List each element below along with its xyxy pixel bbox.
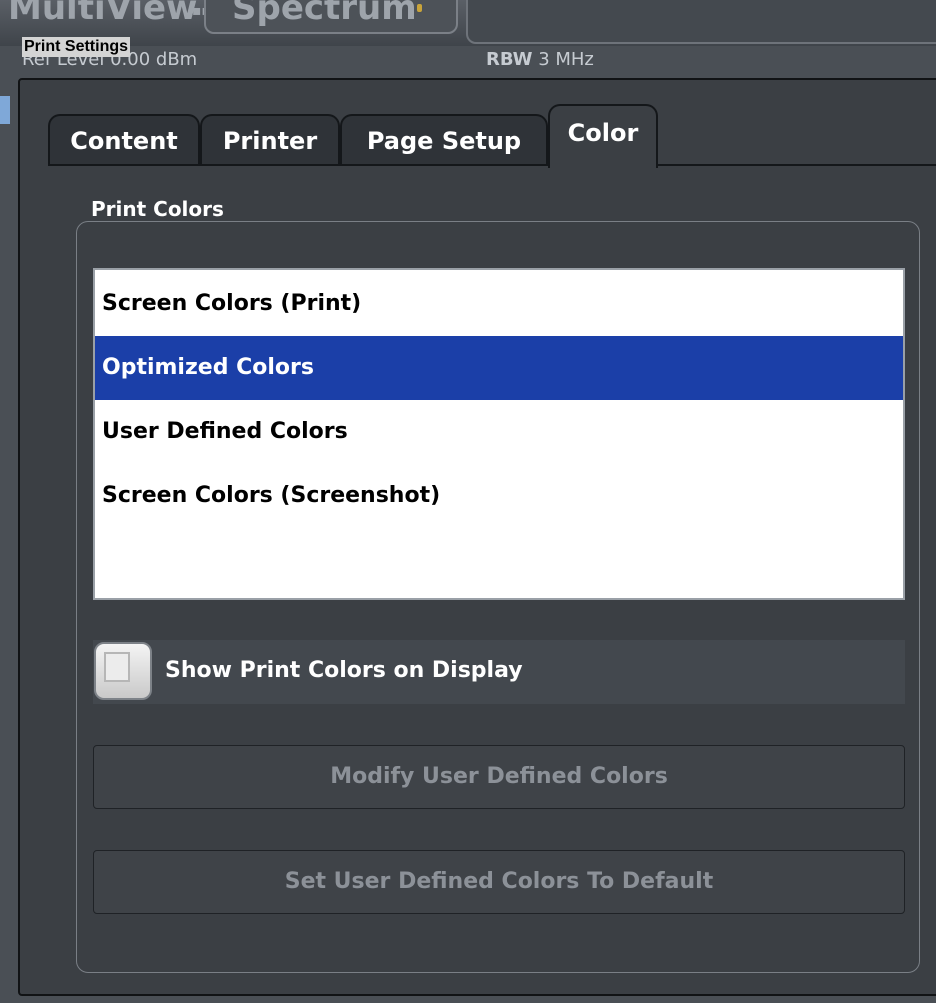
spectrum-tab[interactable]: Spectrum [204,0,458,34]
show-print-colors-label: Show Print Colors on Display [165,658,523,683]
set-colors-to-default-button[interactable]: Set User Defined Colors To Default [93,850,905,914]
list-item-screen-colors-print[interactable]: Screen Colors (Print) [95,272,903,336]
tab-content[interactable]: Content [48,114,200,166]
empty-tab-area [466,0,936,44]
checkbox-unchecked-icon [104,652,130,682]
window-marker [0,96,10,124]
spectrum-tab-label: Spectrum [232,0,417,28]
list-item-user-defined-colors[interactable]: User Defined Colors [95,400,903,464]
show-print-colors-checkbox[interactable] [94,642,152,700]
status-indicator-icon [417,4,422,12]
tab-printer[interactable]: Printer [200,114,340,166]
dialog-title: Print Settings [22,37,131,57]
tab-page-setup[interactable]: Page Setup [340,114,548,166]
list-item-optimized-colors[interactable]: Optimized Colors [95,336,903,400]
modify-user-defined-colors-button[interactable]: Modify User Defined Colors [93,745,905,809]
show-print-colors-row[interactable]: Show Print Colors on Display [93,640,905,704]
print-settings-dialog: Content Printer Page Setup Color Print C… [18,78,936,996]
list-item-screen-colors-screenshot[interactable]: Screen Colors (Screenshot) [95,464,903,528]
multiview-tab-label[interactable]: MultiView [8,0,197,28]
tab-color[interactable]: Color [548,104,658,168]
rbw-label: RBW [486,49,533,70]
tab-divider [48,164,936,166]
active-tab-gap [550,164,656,167]
background-tab-bar: MultiView ▪▪ Spectrum [0,0,936,46]
print-colors-group-label: Print Colors [91,197,224,221]
rbw-value: 3 MHz [538,49,594,70]
rbw-readout: RBW 3 MHz [486,49,594,70]
print-colors-list[interactable]: Screen Colors (Print) Optimized Colors U… [93,268,905,600]
